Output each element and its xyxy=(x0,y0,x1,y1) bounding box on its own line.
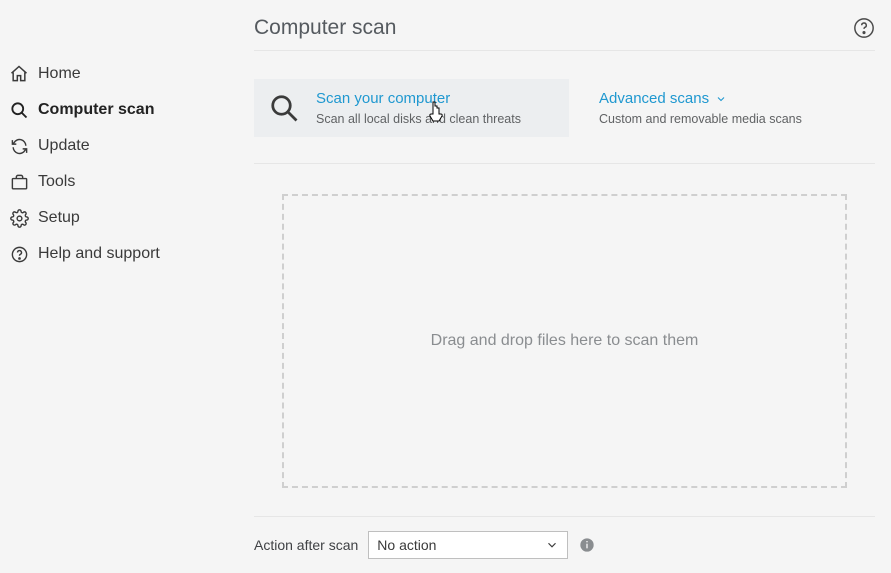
briefcase-icon xyxy=(8,171,30,193)
search-icon xyxy=(8,99,30,121)
info-icon[interactable] xyxy=(578,536,596,554)
sidebar-item-label: Setup xyxy=(38,209,80,227)
header: Computer scan xyxy=(254,16,875,51)
scan-options-row: Scan your computer Scan all local disks … xyxy=(254,51,875,164)
sidebar-item-update[interactable]: Update xyxy=(0,128,238,164)
page-title: Computer scan xyxy=(254,16,396,40)
sidebar-item-label: Tools xyxy=(38,173,75,191)
help-icon xyxy=(8,243,30,265)
footer-row: Action after scan No action xyxy=(254,516,875,559)
gear-icon xyxy=(8,207,30,229)
file-dropzone[interactable]: Drag and drop files here to scan them xyxy=(282,194,847,488)
page-help-button[interactable] xyxy=(853,17,875,39)
sidebar: Home Computer scan Update Tools Setup He… xyxy=(0,0,238,573)
sidebar-item-setup[interactable]: Setup xyxy=(0,200,238,236)
select-value: No action xyxy=(377,537,436,553)
home-icon xyxy=(8,63,30,85)
sidebar-item-home[interactable]: Home xyxy=(0,56,238,92)
scan-your-computer-card[interactable]: Scan your computer Scan all local disks … xyxy=(254,79,569,137)
chevron-down-icon xyxy=(545,538,559,552)
sidebar-item-label: Computer scan xyxy=(38,101,154,119)
dropzone-text: Drag and drop files here to scan them xyxy=(431,332,699,350)
sidebar-item-help[interactable]: Help and support xyxy=(0,236,238,272)
magnifier-icon xyxy=(266,90,302,126)
refresh-icon xyxy=(8,135,30,157)
sidebar-item-label: Update xyxy=(38,137,90,155)
action-after-scan-select[interactable]: No action xyxy=(368,531,568,559)
scan-your-computer-link: Scan your computer xyxy=(316,89,521,109)
chevron-down-icon xyxy=(715,93,727,105)
advanced-scans-card[interactable]: Advanced scans Custom and removable medi… xyxy=(599,79,814,137)
sidebar-item-label: Home xyxy=(38,65,81,83)
sidebar-item-label: Help and support xyxy=(38,245,160,263)
main-content: Computer scan Scan your computer Scan al… xyxy=(238,0,891,573)
sidebar-item-tools[interactable]: Tools xyxy=(0,164,238,200)
dropzone-container: Drag and drop files here to scan them xyxy=(254,164,875,516)
action-after-scan-label: Action after scan xyxy=(254,537,358,553)
scan-your-computer-subtitle: Scan all local disks and clean threats xyxy=(316,111,521,127)
advanced-scans-link: Advanced scans xyxy=(599,89,802,109)
advanced-scans-subtitle: Custom and removable media scans xyxy=(599,111,802,127)
sidebar-item-computer-scan[interactable]: Computer scan xyxy=(0,92,238,128)
